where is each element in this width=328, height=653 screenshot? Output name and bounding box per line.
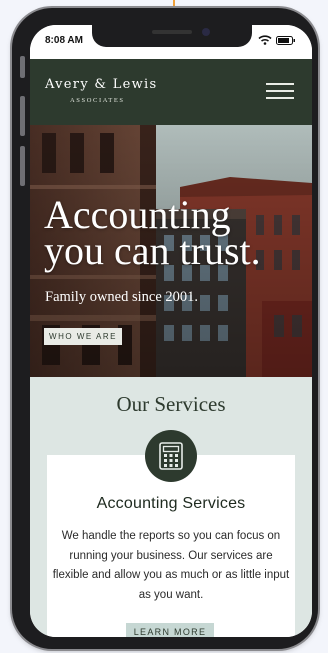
hero-title-line2: you can trust. bbox=[44, 228, 261, 273]
wifi-icon bbox=[258, 35, 272, 45]
learn-more-button[interactable]: LEARN MORE bbox=[126, 623, 214, 637]
status-time: 8:08 AM bbox=[45, 35, 83, 46]
site-header: Avery & Lewis ASSOCIATES bbox=[30, 59, 312, 125]
hero-subtitle: Family owned since 2001. bbox=[45, 289, 199, 305]
volume-up-button bbox=[20, 96, 25, 136]
hamburger-menu-icon[interactable] bbox=[266, 81, 294, 101]
phone-screen: 8:08 AM Avery & Lewis ASSOCIATES Account… bbox=[30, 25, 312, 637]
volume-down-button bbox=[20, 146, 25, 186]
hero-title: Accounting you can trust. bbox=[44, 195, 261, 271]
status-bar: 8:08 AM bbox=[30, 25, 312, 59]
calculator-icon bbox=[159, 442, 183, 470]
speaker bbox=[152, 30, 192, 34]
mute-switch bbox=[20, 56, 25, 78]
services-heading: Our Services bbox=[116, 392, 226, 416]
brand-name[interactable]: Avery & Lewis bbox=[45, 77, 157, 92]
battery-icon bbox=[276, 36, 295, 45]
hero-section: Accounting you can trust. Family owned s… bbox=[30, 125, 312, 377]
service-card-description: We handle the reports so you can focus o… bbox=[52, 530, 290, 601]
service-icon-badge bbox=[145, 430, 197, 482]
who-we-are-button[interactable]: WHO WE ARE bbox=[44, 328, 122, 345]
brand-subtitle: ASSOCIATES bbox=[70, 97, 125, 104]
service-card-title: Accounting Services bbox=[96, 495, 246, 512]
front-camera bbox=[202, 28, 210, 36]
services-section: Our Services Accounting Services We hand… bbox=[30, 377, 312, 637]
notch bbox=[92, 25, 252, 47]
